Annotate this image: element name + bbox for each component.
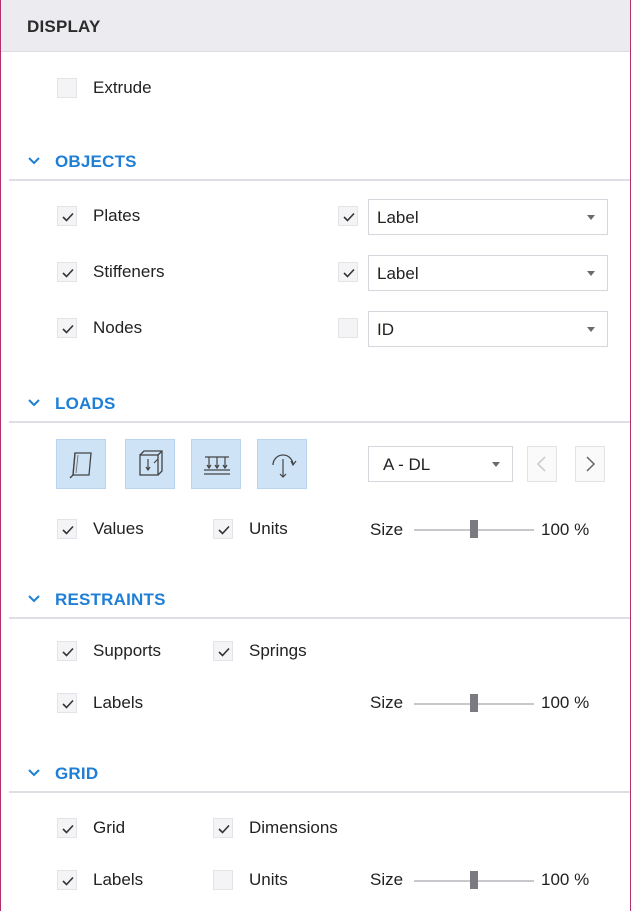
- panel-title: DISPLAY: [27, 17, 101, 36]
- check-icon: [62, 824, 74, 834]
- nodes-id-select[interactable]: ID: [368, 311, 608, 347]
- restraint-size-slider-thumb[interactable]: [470, 694, 478, 712]
- grid-checkbox[interactable]: [57, 818, 77, 838]
- grid-labels-checkbox[interactable]: [57, 870, 77, 890]
- check-icon: [62, 268, 74, 278]
- distributed-load-button[interactable]: [191, 439, 241, 489]
- chevron-down-icon: [28, 399, 40, 407]
- grid-units-checkbox[interactable]: [213, 870, 233, 890]
- nodes-id-select-value: ID: [377, 320, 394, 339]
- load-case-select[interactable]: A - DL: [368, 446, 513, 482]
- stiffeners-label-checkbox[interactable]: [338, 262, 358, 282]
- grid-units-label: Units: [249, 870, 288, 889]
- nodes-label: Nodes: [93, 318, 143, 337]
- restraint-size-value: 100 %: [541, 693, 590, 712]
- edge-load-icon: [139, 450, 163, 476]
- objects-title: OBJECTS: [55, 152, 137, 171]
- plates-label-select-value: Label: [377, 208, 419, 227]
- moment-load-button[interactable]: [257, 439, 307, 489]
- objects-divider: [9, 179, 630, 181]
- extrude-label: Extrude: [93, 78, 152, 97]
- plates-label-checkbox[interactable]: [338, 206, 358, 226]
- grid-divider: [9, 791, 630, 793]
- grid-label: Grid: [93, 818, 126, 837]
- springs-checkbox[interactable]: [213, 641, 233, 661]
- check-icon: [218, 647, 230, 657]
- dimensions-label: Dimensions: [249, 818, 338, 837]
- extrude-checkbox[interactable]: [57, 78, 77, 98]
- restraints-title: RESTRAINTS: [55, 590, 166, 609]
- chevron-left-icon: [536, 456, 546, 472]
- supports-label: Supports: [93, 641, 162, 660]
- stiffeners-label-select[interactable]: Label: [368, 255, 608, 291]
- load-units-label: Units: [249, 519, 288, 538]
- panel-header: DISPLAY: [1, 0, 630, 52]
- stiffeners-label: Stiffeners: [93, 262, 165, 281]
- check-icon: [62, 647, 74, 657]
- plates-label: Plates: [93, 206, 141, 225]
- grid-size-value: 100 %: [541, 870, 590, 889]
- plates-checkbox[interactable]: [57, 206, 77, 226]
- nodes-checkbox[interactable]: [57, 318, 77, 338]
- restraints-section-header[interactable]: RESTRAINTS: [1, 588, 630, 616]
- check-icon: [218, 525, 230, 535]
- load-size-label: Size: [370, 520, 404, 539]
- grid-title: GRID: [55, 764, 99, 783]
- stiffeners-label-select-value: Label: [377, 264, 419, 283]
- load-case-value: A - DL: [383, 455, 431, 474]
- check-icon: [62, 876, 74, 886]
- nodes-id-checkbox[interactable]: [338, 318, 358, 338]
- dropdown-arrow-icon: [587, 215, 595, 220]
- dropdown-arrow-icon: [492, 462, 500, 467]
- distributed-load-icon: [204, 456, 230, 475]
- grid-labels-label: Labels: [93, 870, 144, 889]
- moment-load-icon: [272, 454, 297, 478]
- edge-load-button[interactable]: [125, 439, 175, 489]
- restraint-size-label: Size: [370, 693, 404, 712]
- loads-title: LOADS: [55, 394, 116, 413]
- chevron-down-icon: [28, 595, 40, 603]
- check-icon: [62, 525, 74, 535]
- grid-size-slider-thumb[interactable]: [470, 871, 478, 889]
- objects-section-header[interactable]: OBJECTS: [1, 150, 630, 178]
- dimensions-checkbox[interactable]: [213, 818, 233, 838]
- load-size-value: 100 %: [541, 520, 590, 539]
- plate-load-button[interactable]: [56, 439, 106, 489]
- plates-label-select[interactable]: Label: [368, 199, 608, 235]
- springs-label: Springs: [249, 641, 307, 660]
- chevron-down-icon: [28, 157, 40, 165]
- values-checkbox[interactable]: [57, 519, 77, 539]
- check-icon: [218, 824, 230, 834]
- loads-section-header[interactable]: LOADS: [1, 392, 630, 420]
- plate-load-icon: [69, 452, 92, 479]
- load-units-checkbox[interactable]: [213, 519, 233, 539]
- grid-size-label: Size: [370, 870, 404, 889]
- check-icon: [343, 212, 355, 222]
- restraints-divider: [9, 617, 630, 619]
- dropdown-arrow-icon: [587, 271, 595, 276]
- check-icon: [343, 268, 355, 278]
- chevron-down-icon: [28, 769, 40, 777]
- check-icon: [62, 212, 74, 222]
- values-label: Values: [93, 519, 144, 538]
- previous-case-button[interactable]: [527, 446, 557, 482]
- grid-section-header[interactable]: GRID: [1, 762, 630, 790]
- chevron-right-icon: [586, 456, 596, 472]
- display-panel: DISPLAY Extrude OBJECTS Plates Label Sti…: [0, 0, 631, 911]
- check-icon: [62, 324, 74, 334]
- load-size-slider-thumb[interactable]: [470, 520, 478, 538]
- supports-checkbox[interactable]: [57, 641, 77, 661]
- next-case-button[interactable]: [575, 446, 605, 482]
- stiffeners-checkbox[interactable]: [57, 262, 77, 282]
- check-icon: [62, 699, 74, 709]
- restraint-labels-label: Labels: [93, 693, 144, 712]
- loads-divider: [9, 421, 630, 423]
- dropdown-arrow-icon: [587, 327, 595, 332]
- restraint-labels-checkbox[interactable]: [57, 693, 77, 713]
